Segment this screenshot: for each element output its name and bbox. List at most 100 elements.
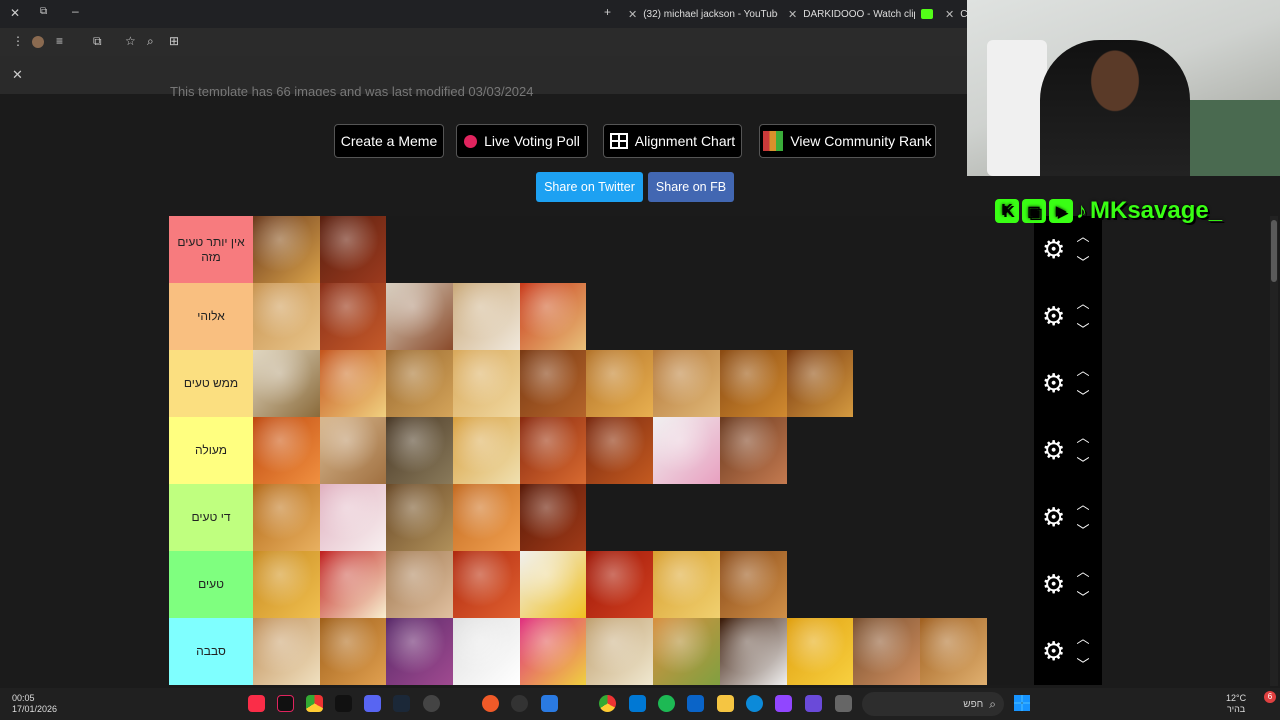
- explorer-icon[interactable]: [717, 695, 734, 712]
- music-app-icon[interactable]: [248, 695, 265, 712]
- tier-label[interactable]: אין יותר טעים מזה: [169, 216, 253, 283]
- gear-icon[interactable]: ⚙: [1042, 638, 1068, 664]
- food-item-burger[interactable]: [253, 216, 320, 283]
- food-item-chocolate-kisses[interactable]: [719, 618, 787, 685]
- food-item-roast[interactable]: [719, 417, 787, 484]
- community-rank-button[interactable]: View Community Rank: [759, 124, 936, 158]
- move-up-icon[interactable]: ︿: [1076, 293, 1090, 312]
- create-meme-button[interactable]: Create a Meme: [334, 124, 444, 158]
- alignment-chart-button[interactable]: Alignment Chart: [603, 124, 742, 158]
- tab-active[interactable]: ✕ C: [945, 3, 967, 25]
- tier-label[interactable]: די טעים: [169, 484, 253, 551]
- food-item-onion-rings[interactable]: [253, 484, 320, 551]
- food-item-crepe[interactable]: [386, 551, 454, 618]
- taskbar-search[interactable]: חפש ⌕: [862, 692, 1004, 716]
- chrome-icon[interactable]: [306, 695, 323, 712]
- tier-label[interactable]: אלוהי: [169, 283, 253, 350]
- media-icon[interactable]: ≡: [56, 34, 63, 48]
- food-item-meat-stew[interactable]: [519, 484, 587, 551]
- new-tab-icon[interactable]: +: [604, 5, 611, 19]
- food-item-shakshuka[interactable]: [453, 551, 520, 618]
- outlook-icon[interactable]: [687, 695, 704, 712]
- share-twitter-button[interactable]: Share on Twitter: [536, 172, 643, 202]
- tier-label[interactable]: ממש טעים: [169, 350, 253, 417]
- brave-icon[interactable]: [482, 695, 499, 712]
- clock[interactable]: 00:05 17/01/2026: [12, 693, 57, 715]
- food-item-pigs-in-blanket[interactable]: [253, 283, 320, 350]
- food-item-lasagna[interactable]: [519, 417, 587, 484]
- app-icon[interactable]: [541, 695, 558, 712]
- food-item-nuggets[interactable]: [719, 350, 787, 417]
- tier-label[interactable]: טעים: [169, 551, 253, 618]
- food-item-croissant[interactable]: [319, 618, 387, 685]
- scrollbar-track[interactable]: [1270, 216, 1278, 686]
- gear-icon[interactable]: ⚙: [1042, 303, 1068, 329]
- copilot-icon[interactable]: [805, 695, 822, 712]
- food-item-kofta[interactable]: [586, 417, 654, 484]
- food-item-popcorn[interactable]: [319, 551, 387, 618]
- star-icon[interactable]: ☆: [125, 34, 136, 48]
- food-item-hot-dog[interactable]: [319, 350, 387, 417]
- minimize-icon[interactable]: –: [72, 4, 79, 18]
- food-item-tomato-sauce[interactable]: [586, 551, 654, 618]
- move-up-icon[interactable]: ︿: [1076, 628, 1090, 647]
- food-item-pastry[interactable]: [586, 618, 654, 685]
- food-item-sandwich[interactable]: [386, 283, 454, 350]
- move-up-icon[interactable]: ︿: [1076, 360, 1090, 379]
- tier-label[interactable]: מעולה: [169, 417, 253, 484]
- gear-icon[interactable]: ⚙: [1042, 236, 1068, 262]
- food-item-steak[interactable]: [319, 216, 387, 283]
- move-up-icon[interactable]: ︿: [1076, 494, 1090, 513]
- twitch-app-icon[interactable]: [775, 695, 792, 712]
- menu-icon[interactable]: ⋮: [12, 34, 24, 48]
- tier-label[interactable]: סבבה: [169, 618, 253, 685]
- move-down-icon[interactable]: ﹀: [1076, 654, 1090, 673]
- food-item-pita[interactable]: [453, 350, 520, 417]
- food-item-schnitzel[interactable]: [519, 350, 587, 417]
- gear-icon[interactable]: ⚙: [1042, 571, 1068, 597]
- tab-youtube[interactable]: ✕ (32) michael jackson - YouTube: [628, 3, 778, 25]
- close-tab-icon[interactable]: ✕: [945, 8, 954, 21]
- tiktok-icon[interactable]: [335, 695, 352, 712]
- food-item-chicken-veg[interactable]: [653, 618, 720, 685]
- close-window-icon[interactable]: ✕: [10, 6, 20, 20]
- start-icon[interactable]: [1014, 695, 1030, 711]
- food-item-mac-cheese[interactable]: [786, 618, 854, 685]
- food-item-falafel-pita[interactable]: [319, 417, 387, 484]
- move-up-icon[interactable]: ︿: [1076, 427, 1090, 446]
- food-item-corn-soup[interactable]: [453, 417, 520, 484]
- zoom-icon[interactable]: ⌕: [147, 34, 154, 49]
- steam-icon[interactable]: [393, 695, 410, 712]
- gear-icon[interactable]: ⚙: [1042, 370, 1068, 396]
- food-item-fried-egg[interactable]: [519, 551, 587, 618]
- food-item-french-fries[interactable]: [253, 551, 320, 618]
- food-item-omelette[interactable]: [653, 551, 720, 618]
- extensions-icon[interactable]: ⧉: [93, 34, 102, 49]
- food-item-fries-sauce[interactable]: [786, 350, 854, 417]
- store-icon[interactable]: [629, 695, 646, 712]
- spotify-icon[interactable]: [658, 695, 675, 712]
- move-down-icon[interactable]: ﹀: [1076, 252, 1090, 271]
- circle-app-icon[interactable]: [511, 695, 528, 712]
- food-item-pizza[interactable]: [519, 283, 587, 350]
- live-voting-button[interactable]: Live Voting Poll: [456, 124, 588, 158]
- food-item-kebab[interactable]: [386, 417, 454, 484]
- taskview-icon[interactable]: [835, 695, 852, 712]
- tiktok-app-icon[interactable]: [277, 695, 294, 712]
- food-item-ice-cream[interactable]: [653, 417, 720, 484]
- food-item-meatballs-pasta[interactable]: [319, 283, 387, 350]
- food-item-ice-pop[interactable]: [519, 618, 587, 685]
- obs-icon[interactable]: [423, 695, 440, 712]
- restore-icon[interactable]: ⧉: [40, 6, 47, 17]
- move-down-icon[interactable]: ﹀: [1076, 453, 1090, 472]
- move-up-icon[interactable]: ︿: [1076, 226, 1090, 245]
- move-down-icon[interactable]: ﹀: [1076, 520, 1090, 539]
- translate-icon[interactable]: ⊞: [169, 34, 179, 48]
- food-item-potatoes[interactable]: [386, 484, 454, 551]
- chrome-app-icon[interactable]: [599, 695, 616, 712]
- food-item-french-toast[interactable]: [719, 551, 787, 618]
- food-item-rice[interactable]: [453, 618, 520, 685]
- food-item-shawarma[interactable]: [453, 283, 520, 350]
- food-item-donut[interactable]: [319, 484, 387, 551]
- close-tab-icon[interactable]: ✕: [628, 8, 637, 21]
